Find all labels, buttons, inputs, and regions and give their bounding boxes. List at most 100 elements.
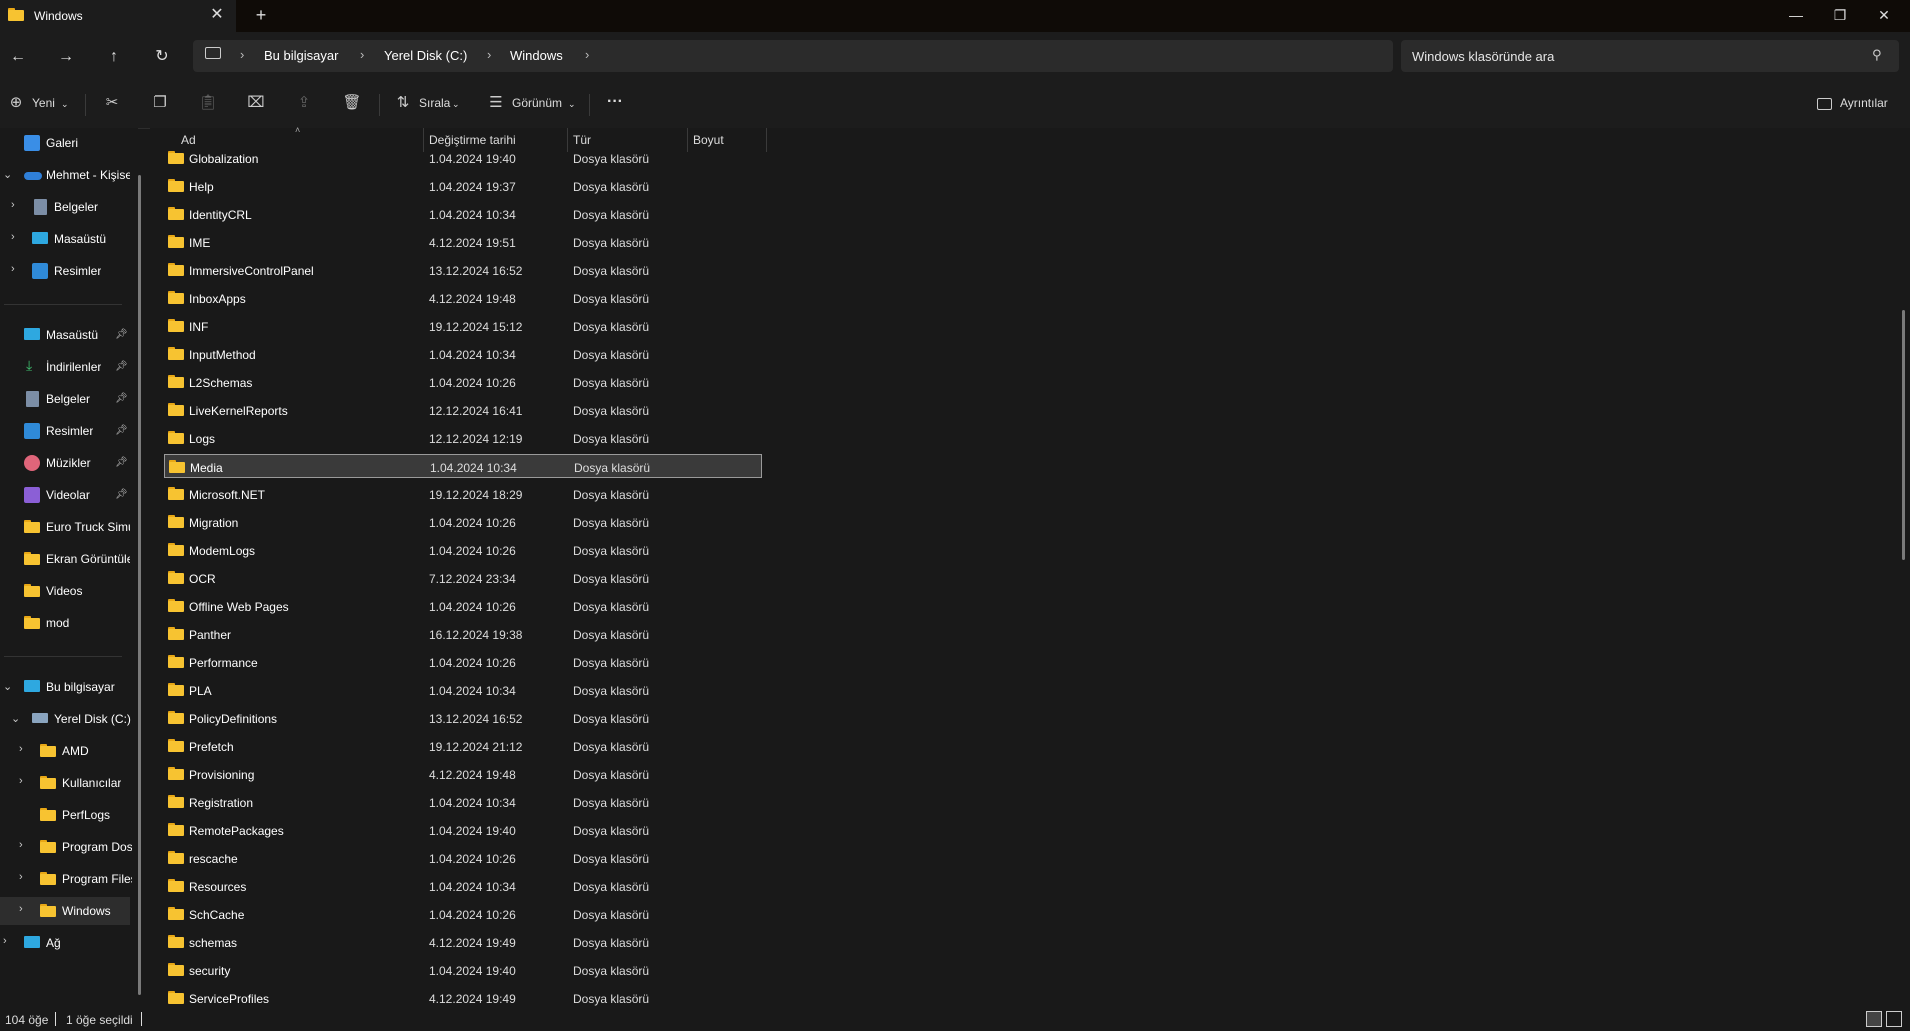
breadcrumb-this-pc[interactable]: Bu bilgisayar <box>264 48 338 63</box>
back-arrow-icon[interactable]: ← <box>5 44 31 70</box>
file-row[interactable]: ServiceProfiles 4.12.2024 19:49 Dosya klas… <box>164 986 762 1010</box>
file-row[interactable]: RemotePackages 1.04.2024 19:40 Dosya klasö… <box>164 818 762 842</box>
chevron-right-icon[interactable]: › <box>3 935 7 947</box>
sidebar-item-quick-desktop[interactable]: Masaüstü 📌︎ <box>0 321 138 349</box>
sidebar-item-pictures[interactable]: › Resimler <box>0 257 138 285</box>
column-divider[interactable] <box>766 128 767 152</box>
column-header-name[interactable]: Ad <box>181 133 196 147</box>
column-header-date[interactable]: Değiştirme tarihi <box>429 133 516 147</box>
sidebar-item-program-files[interactable]: › Program Dosyaları <box>0 833 138 861</box>
chevron-right-icon[interactable]: › <box>11 263 15 275</box>
sidebar-item-perflogs[interactable]: PerfLogs <box>0 801 138 829</box>
file-row[interactable]: ImmersiveControlPanel 13.12.2024 16:52 Dos… <box>164 258 762 282</box>
sidebar-item-desktop[interactable]: › Masaüstü <box>0 225 138 253</box>
sidebar-item-quick-documents[interactable]: Belgeler 📌︎ <box>0 385 138 413</box>
chevron-right-icon[interactable]: › <box>11 231 15 243</box>
file-row[interactable]: Microsoft.NET 19.12.2024 18:29 Dosya klasö… <box>164 482 762 506</box>
more-options-button[interactable]: ··· <box>607 93 623 111</box>
sort-icon[interactable]: ⇅ <box>392 92 414 114</box>
view-icon[interactable]: ☰ <box>485 92 507 114</box>
chevron-right-icon[interactable]: › <box>19 871 23 883</box>
file-row[interactable]: L2Schemas 1.04.2024 10:26 Dosya klasörü <box>164 370 762 394</box>
details-pane-icon[interactable] <box>1817 98 1832 110</box>
details-button[interactable]: Ayrıntılar <box>1840 96 1888 110</box>
sidebar-item-gallery[interactable]: Galeri <box>0 129 138 157</box>
copy-icon[interactable]: ❐ <box>149 92 171 114</box>
paste-icon[interactable]: 📋︎ <box>197 92 219 114</box>
sidebar-item-program-files-x86[interactable]: › Program Files (x86) <box>0 865 138 893</box>
breadcrumb-local-disk[interactable]: Yerel Disk (C:) <box>384 48 467 63</box>
file-row[interactable]: Media 1.04.2024 10:34 Dosya klasörü <box>164 454 762 478</box>
cut-icon[interactable]: ✂ <box>101 92 123 114</box>
sidebar-item-onedrive[interactable]: ⌄ Mehmet - Kişisel <box>0 161 138 189</box>
file-row[interactable]: Prefetch 19.12.2024 21:12 Dosya klasörü <box>164 734 762 758</box>
pin-icon[interactable]: 📌︎ <box>115 457 128 468</box>
file-row[interactable]: Performance 1.04.2024 10:26 Dosya klasörü <box>164 650 762 674</box>
file-row[interactable]: InputMethod 1.04.2024 10:34 Dosya klasörü <box>164 342 762 366</box>
sidebar-item-euro-truck[interactable]: Euro Truck Simulator <box>0 513 138 541</box>
file-row[interactable]: PLA 1.04.2024 10:34 Dosya klasörü <box>164 678 762 702</box>
sidebar-scrollbar[interactable] <box>138 175 141 995</box>
pin-icon[interactable]: 📌︎ <box>115 329 128 340</box>
sidebar-item-videos-folder[interactable]: Videos <box>0 577 138 605</box>
close-window-button[interactable]: ✕ <box>1872 4 1896 26</box>
search-icon[interactable]: ⚲ <box>1872 47 1882 63</box>
new-tab-button[interactable]: + <box>251 5 271 25</box>
file-row[interactable]: PolicyDefinitions 13.12.2024 16:52 Dosya k… <box>164 706 762 730</box>
file-row[interactable]: INF 19.12.2024 15:12 Dosya klasörü <box>164 314 762 338</box>
file-row[interactable]: Registration 1.04.2024 10:34 Dosya klasörü <box>164 790 762 814</box>
file-row[interactable]: Offline Web Pages 1.04.2024 10:26 Dosya kl… <box>164 594 762 618</box>
minimize-button[interactable]: — <box>1784 4 1808 26</box>
share-icon[interactable]: ⇪ <box>293 92 315 114</box>
sidebar-item-windows[interactable]: › Windows <box>0 897 130 925</box>
details-view-icon[interactable] <box>1866 1011 1882 1027</box>
file-row[interactable]: IME 4.12.2024 19:51 Dosya klasörü <box>164 230 762 254</box>
delete-icon[interactable]: 🗑︎ <box>341 92 363 114</box>
sidebar-item-screenshots[interactable]: Ekran Görüntüleri <box>0 545 138 573</box>
file-row[interactable]: Migration 1.04.2024 10:26 Dosya klasörü <box>164 510 762 534</box>
file-row[interactable]: rescache 1.04.2024 10:26 Dosya klasörü <box>164 846 762 870</box>
refresh-icon[interactable]: ↻ <box>149 44 175 70</box>
file-row[interactable]: Globalization 1.04.2024 19:40 Dosya klasör… <box>164 146 762 170</box>
chevron-right-icon[interactable]: › <box>19 839 23 851</box>
sidebar-item-network[interactable]: › Ağ <box>0 929 138 957</box>
file-row[interactable]: Provisioning 4.12.2024 19:48 Dosya klasörü <box>164 762 762 786</box>
pin-icon[interactable]: 📌︎ <box>115 361 128 372</box>
file-row[interactable]: LiveKernelReports 12.12.2024 16:41 Dosya k… <box>164 398 762 422</box>
column-header-type[interactable]: Tür <box>573 133 591 147</box>
sort-button[interactable]: Sırala <box>419 96 450 110</box>
file-row[interactable]: SchCache 1.04.2024 10:26 Dosya klasörü <box>164 902 762 926</box>
breadcrumb-windows[interactable]: Windows <box>510 48 563 63</box>
sidebar-item-local-disk[interactable]: ⌄ Yerel Disk (C:) <box>0 705 138 733</box>
chevron-right-icon[interactable]: › <box>19 775 23 787</box>
file-row[interactable]: Help 1.04.2024 19:37 Dosya klasörü <box>164 174 762 198</box>
file-list-scrollbar[interactable] <box>1902 310 1905 560</box>
column-header-size[interactable]: Boyut <box>693 133 724 147</box>
file-row[interactable]: Resources 1.04.2024 10:34 Dosya klasörü <box>164 874 762 898</box>
large-icons-view-icon[interactable] <box>1886 1011 1902 1027</box>
address-bar[interactable] <box>193 40 1393 72</box>
file-row[interactable]: Panther 16.12.2024 19:38 Dosya klasörü <box>164 622 762 646</box>
view-button[interactable]: Görünüm <box>512 96 562 110</box>
file-row[interactable]: security 1.04.2024 19:40 Dosya klasörü <box>164 958 762 982</box>
chevron-right-icon[interactable]: › <box>19 743 23 755</box>
close-tab-icon[interactable]: ✕ <box>208 6 226 24</box>
plus-circle-icon[interactable]: ⊕ <box>5 92 27 114</box>
sidebar-item-downloads[interactable]: ⤓ İndirilenler 📌︎ <box>0 353 138 381</box>
rename-icon[interactable]: ⌧ <box>245 92 267 114</box>
new-button[interactable]: Yeni <box>32 96 55 110</box>
sidebar-item-music[interactable]: Müzikler 📌︎ <box>0 449 138 477</box>
file-row[interactable]: OCR 7.12.2024 23:34 Dosya klasörü <box>164 566 762 590</box>
pin-icon[interactable]: 📌︎ <box>115 489 128 500</box>
pin-icon[interactable]: 📌︎ <box>115 425 128 436</box>
sidebar-item-quick-pictures[interactable]: Resimler 📌︎ <box>0 417 138 445</box>
sidebar-item-mod[interactable]: mod <box>0 609 138 637</box>
tab-windows[interactable]: Windows ✕ <box>0 0 236 32</box>
chevron-right-icon[interactable]: › <box>11 199 15 211</box>
sidebar-item-this-pc[interactable]: ⌄ Bu bilgisayar <box>0 673 138 701</box>
breadcrumb-chevron-icon[interactable]: › <box>585 47 589 62</box>
forward-arrow-icon[interactable]: → <box>53 44 79 70</box>
file-row[interactable]: schemas 4.12.2024 19:49 Dosya klasörü <box>164 930 762 954</box>
file-row[interactable]: Logs 12.12.2024 12:19 Dosya klasörü <box>164 426 762 450</box>
chevron-down-icon[interactable]: ⌄ <box>3 680 12 693</box>
